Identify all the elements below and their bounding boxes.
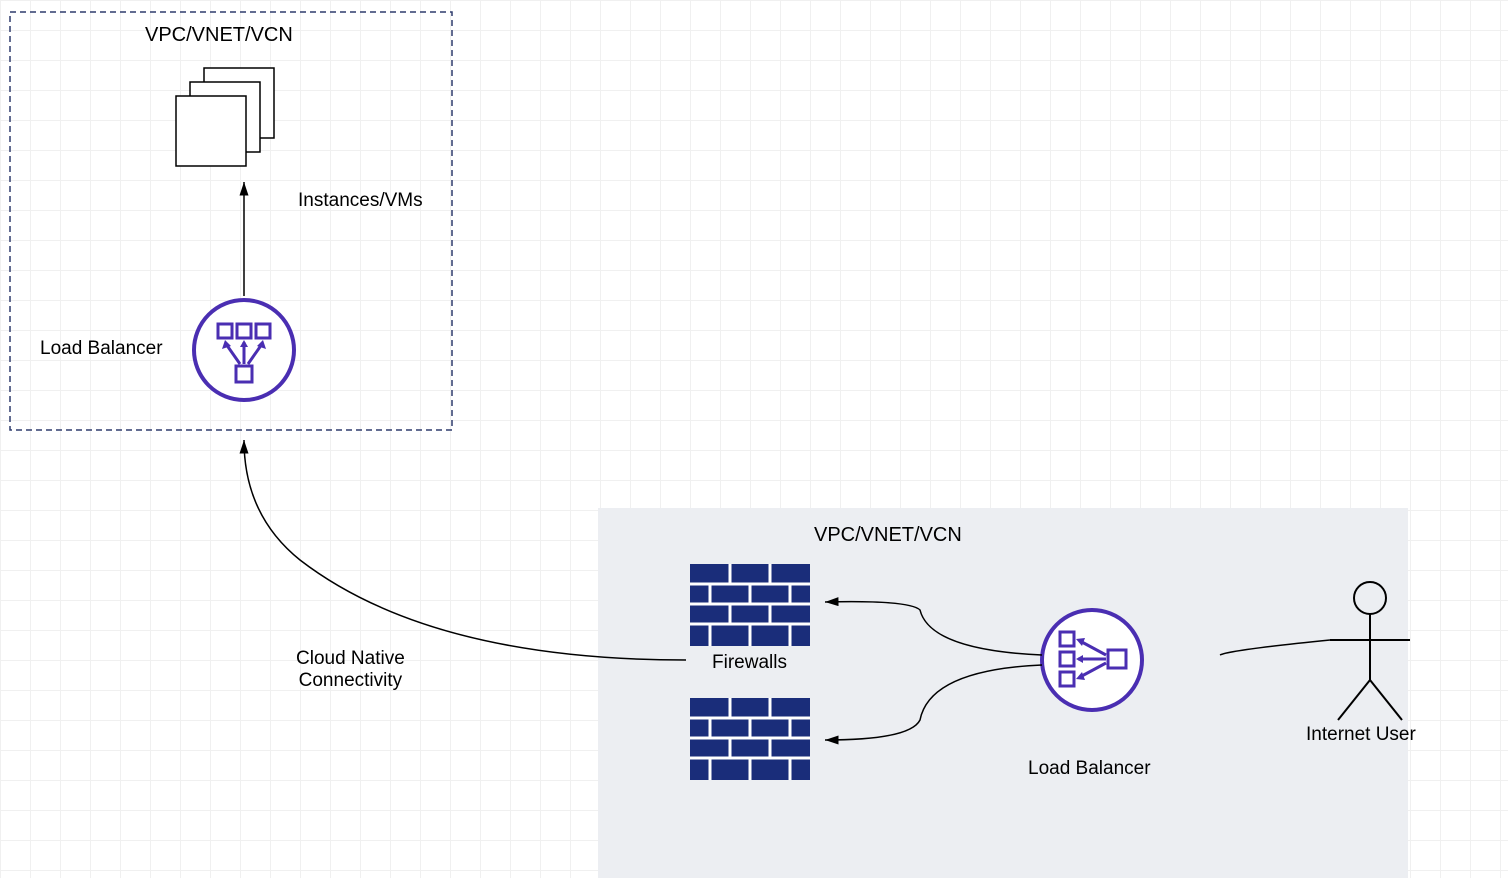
- vpc-left-container: [10, 12, 452, 430]
- vpc-left-title: VPC/VNET/VCN: [145, 24, 293, 47]
- firewalls-label: Firewalls: [712, 652, 787, 674]
- cloud-native-label-line2: Connectivity: [296, 670, 405, 692]
- load-balancer-left-label: Load Balancer: [40, 338, 163, 360]
- cloud-native-label: Cloud Native Connectivity: [296, 648, 405, 692]
- load-balancer-right-label: Load Balancer: [1028, 758, 1151, 780]
- internet-user-label: Internet User: [1306, 724, 1416, 746]
- edge-user-to-lb: [1220, 640, 1330, 655]
- load-balancer-right-icon: [1042, 610, 1142, 710]
- vpc-right-container: [598, 508, 1408, 878]
- load-balancer-left-icon: [194, 300, 294, 400]
- edge-cloud-native: [244, 440, 686, 660]
- edge-lb-to-firewall-bottom: [825, 665, 1042, 740]
- cloud-native-label-line1: Cloud Native: [296, 648, 405, 670]
- instances-label: Instances/VMs: [298, 190, 423, 212]
- internet-user-icon: [1330, 582, 1410, 720]
- edge-lb-to-firewall-top: [825, 602, 1042, 655]
- firewall-bottom-icon: [690, 698, 810, 780]
- firewall-top-icon: [690, 564, 810, 646]
- vpc-right-title: VPC/VNET/VCN: [814, 524, 962, 547]
- instances-icon: [176, 68, 274, 166]
